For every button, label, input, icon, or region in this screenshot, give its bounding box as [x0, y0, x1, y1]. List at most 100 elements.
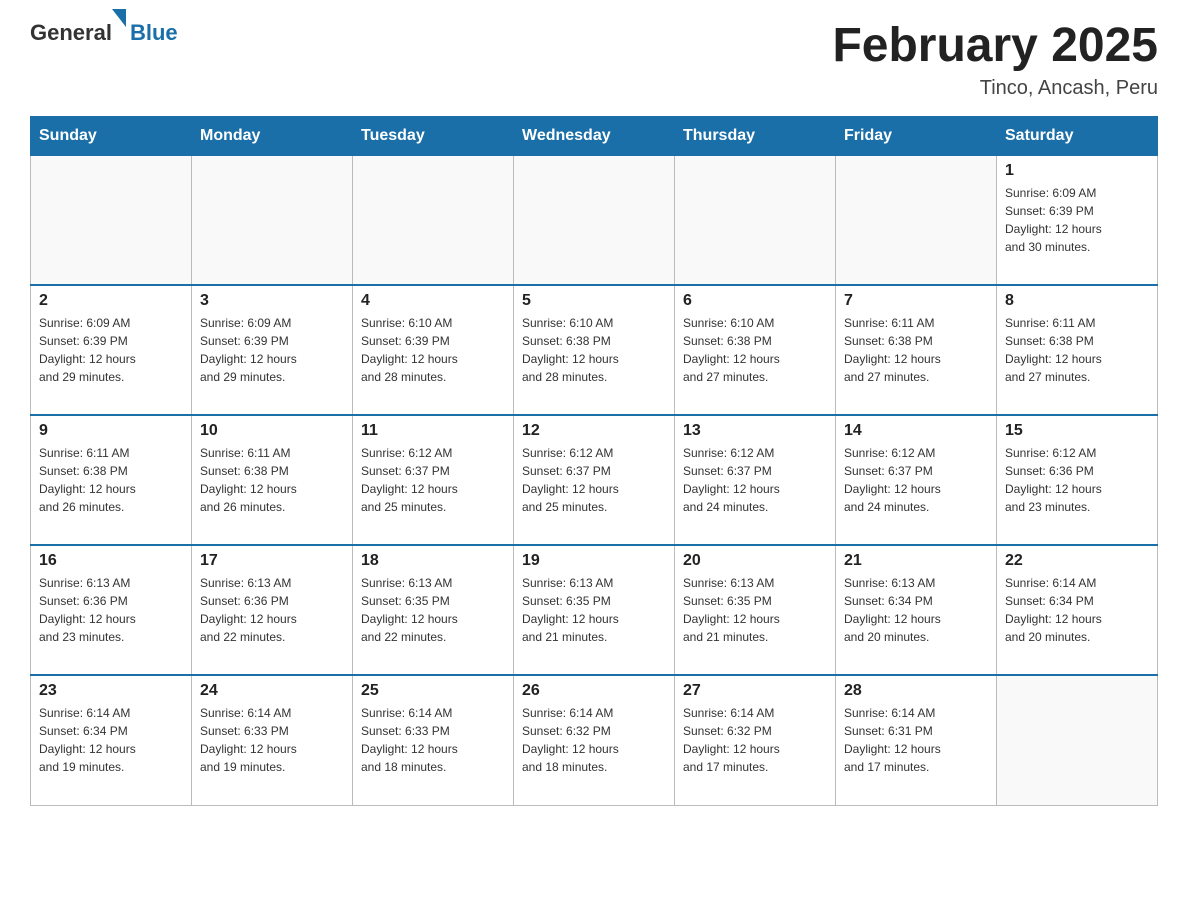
logo-general-text: General: [30, 20, 126, 46]
calendar-cell: [353, 155, 514, 285]
day-info: Sunrise: 6:11 AM Sunset: 6:38 PM Dayligh…: [1005, 314, 1149, 386]
day-info: Sunrise: 6:13 AM Sunset: 6:34 PM Dayligh…: [844, 574, 988, 646]
day-number: 28: [844, 682, 988, 700]
calendar-cell: 12Sunrise: 6:12 AM Sunset: 6:37 PM Dayli…: [514, 415, 675, 545]
day-info: Sunrise: 6:14 AM Sunset: 6:31 PM Dayligh…: [844, 704, 988, 776]
day-number: 11: [361, 422, 505, 440]
col-tuesday: Tuesday: [353, 116, 514, 155]
day-info: Sunrise: 6:12 AM Sunset: 6:37 PM Dayligh…: [683, 444, 827, 516]
calendar-cell: 25 Sunrise: 6:14 AM Sunset: 6:33 PM Dayli…: [353, 675, 514, 805]
calendar-cell: 19 Sunrise: 6:13 AM Sunset: 6:35 PM Dayli…: [514, 545, 675, 675]
calendar-cell: 13 Sunrise: 6:12 AM Sunset: 6:37 PM Dayli…: [675, 415, 836, 545]
calendar-cell: 16Sunrise: 6:13 AM Sunset: 6:36 PM Dayli…: [31, 545, 192, 675]
day-info: Sunrise: 6:14 AM Sunset: 6:34 PM Dayligh…: [1005, 574, 1149, 646]
calendar-cell: 10 Sunrise: 6:11 AM Sunset: 6:38 PM Dayli…: [192, 415, 353, 545]
day-info: Sunrise: 6:09 AM Sunset: 6:39 PM Dayligh…: [39, 314, 183, 386]
day-info: Sunrise: 6:13 AM Sunset: 6:35 PM Dayligh…: [683, 574, 827, 646]
calendar-cell: 24Sunrise: 6:14 AM Sunset: 6:33 PM Dayli…: [192, 675, 353, 805]
col-saturday: Saturday: [997, 116, 1158, 155]
calendar-body: 1 Sunrise: 6:09 AM Sunset: 6:39 PM Daylig…: [31, 155, 1158, 805]
day-number: 17: [200, 552, 344, 570]
calendar-cell: 21Sunrise: 6:13 AM Sunset: 6:34 PM Dayli…: [836, 545, 997, 675]
calendar-cell: 7 Sunrise: 6:11 AM Sunset: 6:38 PM Daylig…: [836, 285, 997, 415]
day-info: Sunrise: 6:14 AM Sunset: 6:33 PM Dayligh…: [200, 704, 344, 776]
day-number: 10: [200, 422, 344, 440]
calendar-cell: [31, 155, 192, 285]
calendar-subtitle: Tinco, Ancash, Peru: [832, 77, 1158, 100]
col-thursday: Thursday: [675, 116, 836, 155]
calendar-cell: 26 Sunrise: 6:14 AM Sunset: 6:32 PM Dayli…: [514, 675, 675, 805]
day-number: 6: [683, 292, 827, 310]
day-number: 7: [844, 292, 988, 310]
day-info: Sunrise: 6:10 AM Sunset: 6:39 PM Dayligh…: [361, 314, 505, 386]
calendar-cell: [514, 155, 675, 285]
day-number: 22: [1005, 552, 1149, 570]
calendar-cell: 3 Sunrise: 6:09 AM Sunset: 6:39 PM Daylig…: [192, 285, 353, 415]
day-number: 15: [1005, 422, 1149, 440]
calendar-cell: [997, 675, 1158, 805]
day-number: 14: [844, 422, 988, 440]
logo-blue-text: Blue: [130, 20, 178, 46]
calendar-cell: 22 Sunrise: 6:14 AM Sunset: 6:34 PM Dayli…: [997, 545, 1158, 675]
day-number: 27: [683, 682, 827, 700]
calendar-cell: 4 Sunrise: 6:10 AM Sunset: 6:39 PM Daylig…: [353, 285, 514, 415]
calendar-cell: 9 Sunrise: 6:11 AM Sunset: 6:38 PM Daylig…: [31, 415, 192, 545]
col-sunday: Sunday: [31, 116, 192, 155]
day-info: Sunrise: 6:13 AM Sunset: 6:35 PM Dayligh…: [361, 574, 505, 646]
calendar-week-row: 23Sunrise: 6:14 AM Sunset: 6:34 PM Dayli…: [31, 675, 1158, 805]
day-number: 25: [361, 682, 505, 700]
day-number: 4: [361, 292, 505, 310]
calendar-cell: [192, 155, 353, 285]
calendar-cell: 8 Sunrise: 6:11 AM Sunset: 6:38 PM Daylig…: [997, 285, 1158, 415]
day-info: Sunrise: 6:11 AM Sunset: 6:38 PM Dayligh…: [39, 444, 183, 516]
day-info: Sunrise: 6:09 AM Sunset: 6:39 PM Dayligh…: [1005, 184, 1149, 256]
day-info: Sunrise: 6:12 AM Sunset: 6:37 PM Dayligh…: [522, 444, 666, 516]
day-info: Sunrise: 6:14 AM Sunset: 6:34 PM Dayligh…: [39, 704, 183, 776]
day-info: Sunrise: 6:11 AM Sunset: 6:38 PM Dayligh…: [844, 314, 988, 386]
calendar-cell: 5 Sunrise: 6:10 AM Sunset: 6:38 PM Daylig…: [514, 285, 675, 415]
calendar-week-row: 9 Sunrise: 6:11 AM Sunset: 6:38 PM Daylig…: [31, 415, 1158, 545]
calendar-cell: 1 Sunrise: 6:09 AM Sunset: 6:39 PM Daylig…: [997, 155, 1158, 285]
day-number: 3: [200, 292, 344, 310]
day-info: Sunrise: 6:10 AM Sunset: 6:38 PM Dayligh…: [522, 314, 666, 386]
col-monday: Monday: [192, 116, 353, 155]
day-number: 19: [522, 552, 666, 570]
logo-blue: Blue: [130, 20, 178, 45]
header-row: Sunday Monday Tuesday Wednesday Thursday…: [31, 116, 1158, 155]
calendar-cell: [836, 155, 997, 285]
day-number: 8: [1005, 292, 1149, 310]
calendar-title: February 2025: [832, 20, 1158, 73]
col-wednesday: Wednesday: [514, 116, 675, 155]
day-number: 5: [522, 292, 666, 310]
calendar-cell: 2 Sunrise: 6:09 AM Sunset: 6:39 PM Daylig…: [31, 285, 192, 415]
day-info: Sunrise: 6:14 AM Sunset: 6:33 PM Dayligh…: [361, 704, 505, 776]
calendar-header: Sunday Monday Tuesday Wednesday Thursday…: [31, 116, 1158, 155]
calendar-cell: 27 Sunrise: 6:14 AM Sunset: 6:32 PM Dayli…: [675, 675, 836, 805]
day-info: Sunrise: 6:13 AM Sunset: 6:36 PM Dayligh…: [39, 574, 183, 646]
logo-general: General: [30, 20, 112, 45]
calendar-week-row: 16Sunrise: 6:13 AM Sunset: 6:36 PM Dayli…: [31, 545, 1158, 675]
day-info: Sunrise: 6:14 AM Sunset: 6:32 PM Dayligh…: [522, 704, 666, 776]
calendar-cell: 11 Sunrise: 6:12 AM Sunset: 6:37 PM Dayli…: [353, 415, 514, 545]
day-info: Sunrise: 6:14 AM Sunset: 6:32 PM Dayligh…: [683, 704, 827, 776]
day-number: 20: [683, 552, 827, 570]
day-number: 13: [683, 422, 827, 440]
day-info: Sunrise: 6:12 AM Sunset: 6:37 PM Dayligh…: [361, 444, 505, 516]
col-friday: Friday: [836, 116, 997, 155]
day-info: Sunrise: 6:12 AM Sunset: 6:37 PM Dayligh…: [844, 444, 988, 516]
title-block: February 2025 Tinco, Ancash, Peru: [832, 20, 1158, 100]
calendar-table: Sunday Monday Tuesday Wednesday Thursday…: [30, 116, 1158, 806]
day-info: Sunrise: 6:09 AM Sunset: 6:39 PM Dayligh…: [200, 314, 344, 386]
calendar-cell: 18Sunrise: 6:13 AM Sunset: 6:35 PM Dayli…: [353, 545, 514, 675]
day-number: 1: [1005, 162, 1149, 180]
day-info: Sunrise: 6:11 AM Sunset: 6:38 PM Dayligh…: [200, 444, 344, 516]
day-number: 2: [39, 292, 183, 310]
day-number: 9: [39, 422, 183, 440]
calendar-cell: 20 Sunrise: 6:13 AM Sunset: 6:35 PM Dayli…: [675, 545, 836, 675]
day-number: 26: [522, 682, 666, 700]
calendar-cell: 28 Sunrise: 6:14 AM Sunset: 6:31 PM Dayli…: [836, 675, 997, 805]
page-header: General Blue February 2025 Tinco, Ancash…: [30, 20, 1158, 100]
calendar-cell: 6Sunrise: 6:10 AM Sunset: 6:38 PM Daylig…: [675, 285, 836, 415]
calendar-week-row: 2 Sunrise: 6:09 AM Sunset: 6:39 PM Daylig…: [31, 285, 1158, 415]
day-info: Sunrise: 6:13 AM Sunset: 6:35 PM Dayligh…: [522, 574, 666, 646]
